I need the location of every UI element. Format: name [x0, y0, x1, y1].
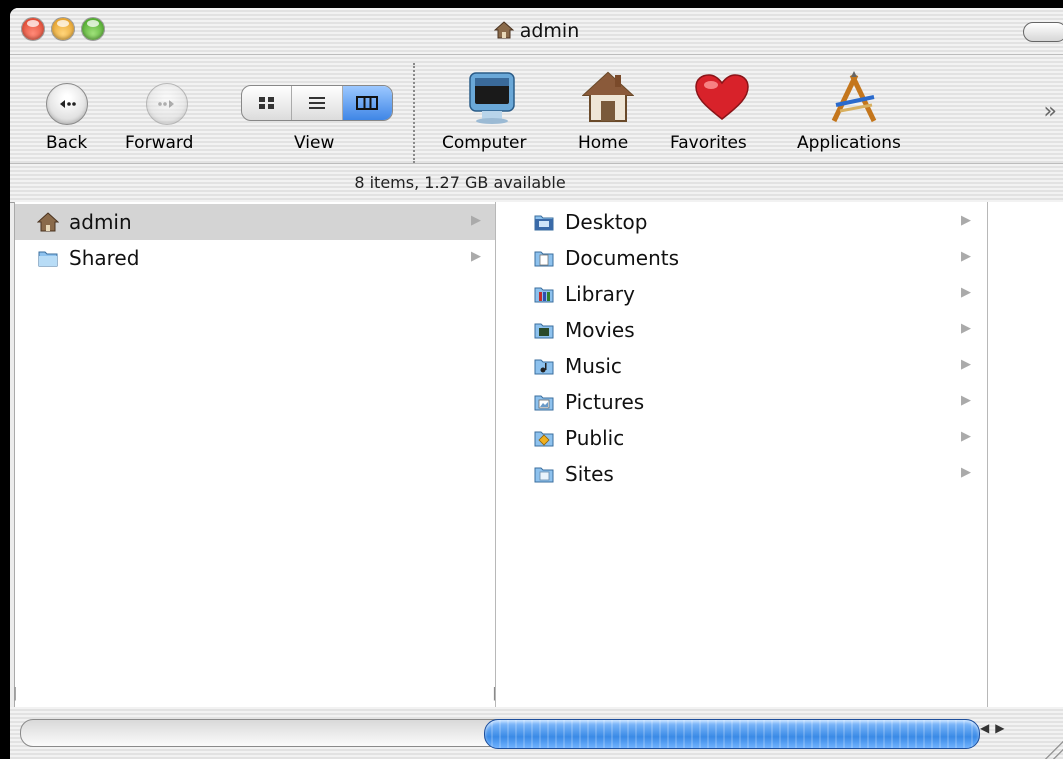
disclosure-arrow-icon: ▶	[961, 429, 971, 444]
list-item[interactable]: Music ▶	[497, 348, 987, 384]
view-segmented-control[interactable]	[241, 85, 393, 121]
scroll-right-icon[interactable]: ▶	[995, 721, 1010, 735]
disclosure-arrow-icon: ▶	[961, 393, 971, 408]
back-arrow-icon	[60, 100, 76, 108]
list-item-label: Library	[565, 282, 635, 306]
movies-folder-icon	[534, 323, 554, 339]
column-1: admin ▶ Shared ▶ | ||	[13, 202, 501, 707]
view-label: View	[294, 133, 335, 153]
disclosure-arrow-icon: ▶	[961, 465, 971, 480]
home-icon	[37, 212, 59, 232]
list-item-label: Shared	[69, 246, 140, 270]
scroll-arrows[interactable]: ◀▶	[980, 721, 1010, 735]
disclosure-arrow-icon: ▶	[961, 357, 971, 372]
favorites-label[interactable]: Favorites	[670, 133, 747, 153]
public-folder-icon	[534, 431, 554, 447]
applications-label[interactable]: Applications	[797, 133, 901, 153]
toolbar-overflow-icon[interactable]: »	[1044, 99, 1057, 124]
home-shortcut[interactable]	[581, 69, 635, 130]
list-item-label: Movies	[565, 318, 635, 342]
back-button[interactable]	[46, 83, 88, 125]
documents-folder-icon	[534, 251, 554, 267]
toolbar-toggle-button[interactable]	[1023, 22, 1063, 42]
list-item[interactable]: Movies ▶	[497, 312, 987, 348]
list-item-label: Documents	[565, 246, 680, 270]
list-item-label: Pictures	[565, 390, 645, 414]
list-item-label: Music	[565, 354, 622, 378]
window-title: admin	[10, 20, 1063, 45]
column-resize-handle[interactable]: |	[13, 686, 17, 701]
list-item[interactable]: Pictures ▶	[497, 384, 987, 420]
toolbar: Back Forward View Computer Home Favorite…	[10, 55, 1063, 163]
disclosure-arrow-icon: ▶	[961, 285, 971, 300]
column-view-icon	[356, 96, 379, 110]
list-item[interactable]: Library ▶	[497, 276, 987, 312]
toolbar-separator	[413, 63, 415, 163]
column-3	[989, 202, 1063, 707]
horizontal-scrollbar[interactable]: ◀▶	[10, 707, 1063, 759]
resize-grip-icon[interactable]	[1043, 739, 1063, 759]
disclosure-arrow-icon: ▶	[961, 321, 971, 336]
applications-icon	[831, 71, 877, 123]
music-folder-icon	[534, 359, 554, 375]
desktop-folder-icon	[534, 215, 554, 231]
list-item-label: Public	[565, 426, 625, 450]
applications-shortcut[interactable]	[826, 69, 882, 130]
pictures-folder-icon	[534, 395, 554, 411]
sites-folder-icon	[534, 467, 554, 483]
disclosure-arrow-icon: ▶	[471, 213, 481, 228]
list-item[interactable]: Desktop ▶	[497, 204, 987, 240]
computer-label[interactable]: Computer	[442, 133, 527, 153]
icon-view-icon	[258, 97, 274, 109]
computer-icon	[469, 72, 515, 124]
column-view-button[interactable]	[342, 86, 392, 120]
column-browser: admin ▶ Shared ▶ | || Desktop ▶ Document…	[13, 202, 1063, 707]
scroll-left-icon[interactable]: ◀	[980, 721, 995, 735]
home-icon	[493, 20, 515, 45]
list-item-label: admin	[69, 210, 132, 234]
list-item[interactable]: Shared ▶	[15, 240, 495, 276]
finder-window: admin Back Forward View Computer Home Fa…	[10, 8, 1063, 759]
back-label: Back	[46, 133, 88, 153]
heart-icon	[695, 74, 749, 120]
status-text: 8 items, 1.27 GB available	[354, 173, 566, 192]
icon-view-button[interactable]	[242, 86, 293, 120]
list-item-label: Desktop	[565, 210, 648, 234]
title-bar[interactable]: admin	[10, 8, 1063, 55]
disclosure-arrow-icon: ▶	[961, 249, 971, 264]
list-item[interactable]: Documents ▶	[497, 240, 987, 276]
list-view-icon	[308, 97, 325, 109]
folder-icon	[38, 251, 58, 267]
forward-arrow-icon	[158, 100, 174, 108]
computer-shortcut[interactable]	[464, 69, 520, 130]
scrollbar-thumb[interactable]	[484, 719, 980, 749]
status-bar: 8 items, 1.27 GB available	[10, 163, 1063, 203]
favorites-shortcut[interactable]	[694, 73, 750, 128]
list-item[interactable]: Sites ▶	[497, 456, 987, 492]
list-item-label: Sites	[565, 462, 614, 486]
forward-label: Forward	[125, 133, 194, 153]
list-item[interactable]: admin ▶	[15, 204, 495, 240]
list-item[interactable]: Public ▶	[497, 420, 987, 456]
disclosure-arrow-icon: ▶	[471, 249, 481, 264]
column-2: Desktop ▶ Documents ▶ Library ▶ Movies ▶…	[497, 202, 997, 707]
forward-button[interactable]	[146, 83, 188, 125]
window-title-text: admin	[519, 20, 580, 42]
home-label[interactable]: Home	[578, 133, 628, 153]
list-view-button[interactable]	[292, 86, 343, 120]
home-icon	[581, 71, 635, 122]
disclosure-arrow-icon: ▶	[961, 213, 971, 228]
library-folder-icon	[534, 287, 554, 303]
